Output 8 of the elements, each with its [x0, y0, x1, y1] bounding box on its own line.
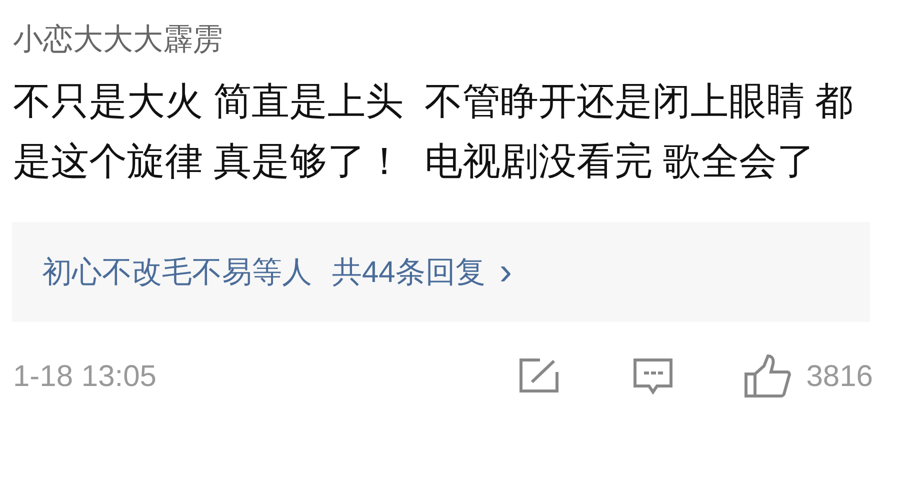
share-icon[interactable] [518, 358, 560, 394]
author-name[interactable]: 小恋大大大霹雳 [13, 18, 893, 62]
thumbs-up-icon[interactable] [744, 354, 792, 398]
like-count: 3816 [806, 358, 873, 394]
comment-icon[interactable] [632, 357, 674, 395]
timestamp: 1-18 13:05 [13, 358, 156, 394]
comment-text: 不只是大火 简直是上头 不管睁开还是闭上眼睛 都是这个旋律 真是够了！ 电视剧没看完 歌全会了 [13, 80, 854, 185]
replies-link[interactable]: 初心不改毛不易等人 共44条回复 › [12, 222, 870, 322]
